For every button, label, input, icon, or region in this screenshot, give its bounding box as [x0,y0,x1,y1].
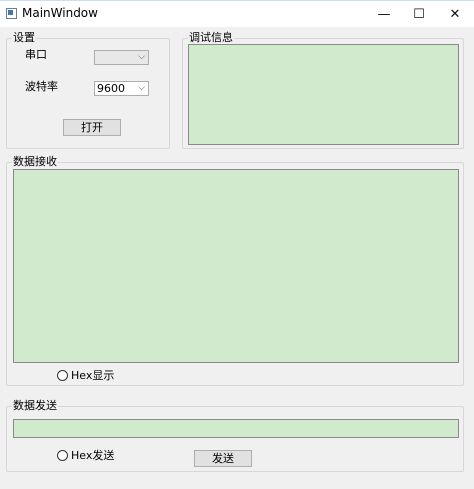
close-button[interactable]: ✕ [436,1,474,27]
debug-info-group: 调试信息 [182,31,464,149]
port-combobox[interactable]: ⌵ [94,50,149,65]
hex-send-radio[interactable] [57,450,68,461]
maximize-button[interactable]: ☐ [400,1,438,27]
hex-send-label: Hex发送 [71,449,115,462]
port-label: 串口 [25,48,47,61]
send-button[interactable]: 发送 [194,450,252,467]
baud-rate-combobox[interactable]: 9600 ⌵ [94,81,149,96]
hex-display-radio[interactable] [57,370,68,381]
settings-group: 设置 串口 ⌵ 波特率 9600 ⌵ 打开 [6,31,170,149]
send-input[interactable] [13,419,459,438]
minimize-button[interactable]: — [365,1,403,27]
window-title: MainWindow [22,6,98,20]
debug-info-group-title: 调试信息 [188,31,234,45]
baud-rate-label: 波特率 [25,80,58,93]
send-group-title: 数据发送 [12,399,58,413]
open-port-button[interactable]: 打开 [63,119,121,136]
baud-rate-value: 9600 [97,82,125,95]
receive-group: 数据接收 Hex显示 [6,155,464,386]
debug-info-textarea[interactable] [188,44,459,145]
receive-group-title: 数据接收 [12,155,58,169]
settings-group-title: 设置 [12,31,36,45]
hex-display-label: Hex显示 [71,369,115,382]
receive-textarea[interactable] [13,169,459,363]
app-window-icon [6,8,17,19]
chevron-down-icon: ⌵ [138,83,145,93]
title-bar: MainWindow — ☐ ✕ [0,0,474,27]
chevron-down-icon: ⌵ [138,52,145,62]
send-group: 数据发送 Hex发送 发送 [6,399,464,472]
